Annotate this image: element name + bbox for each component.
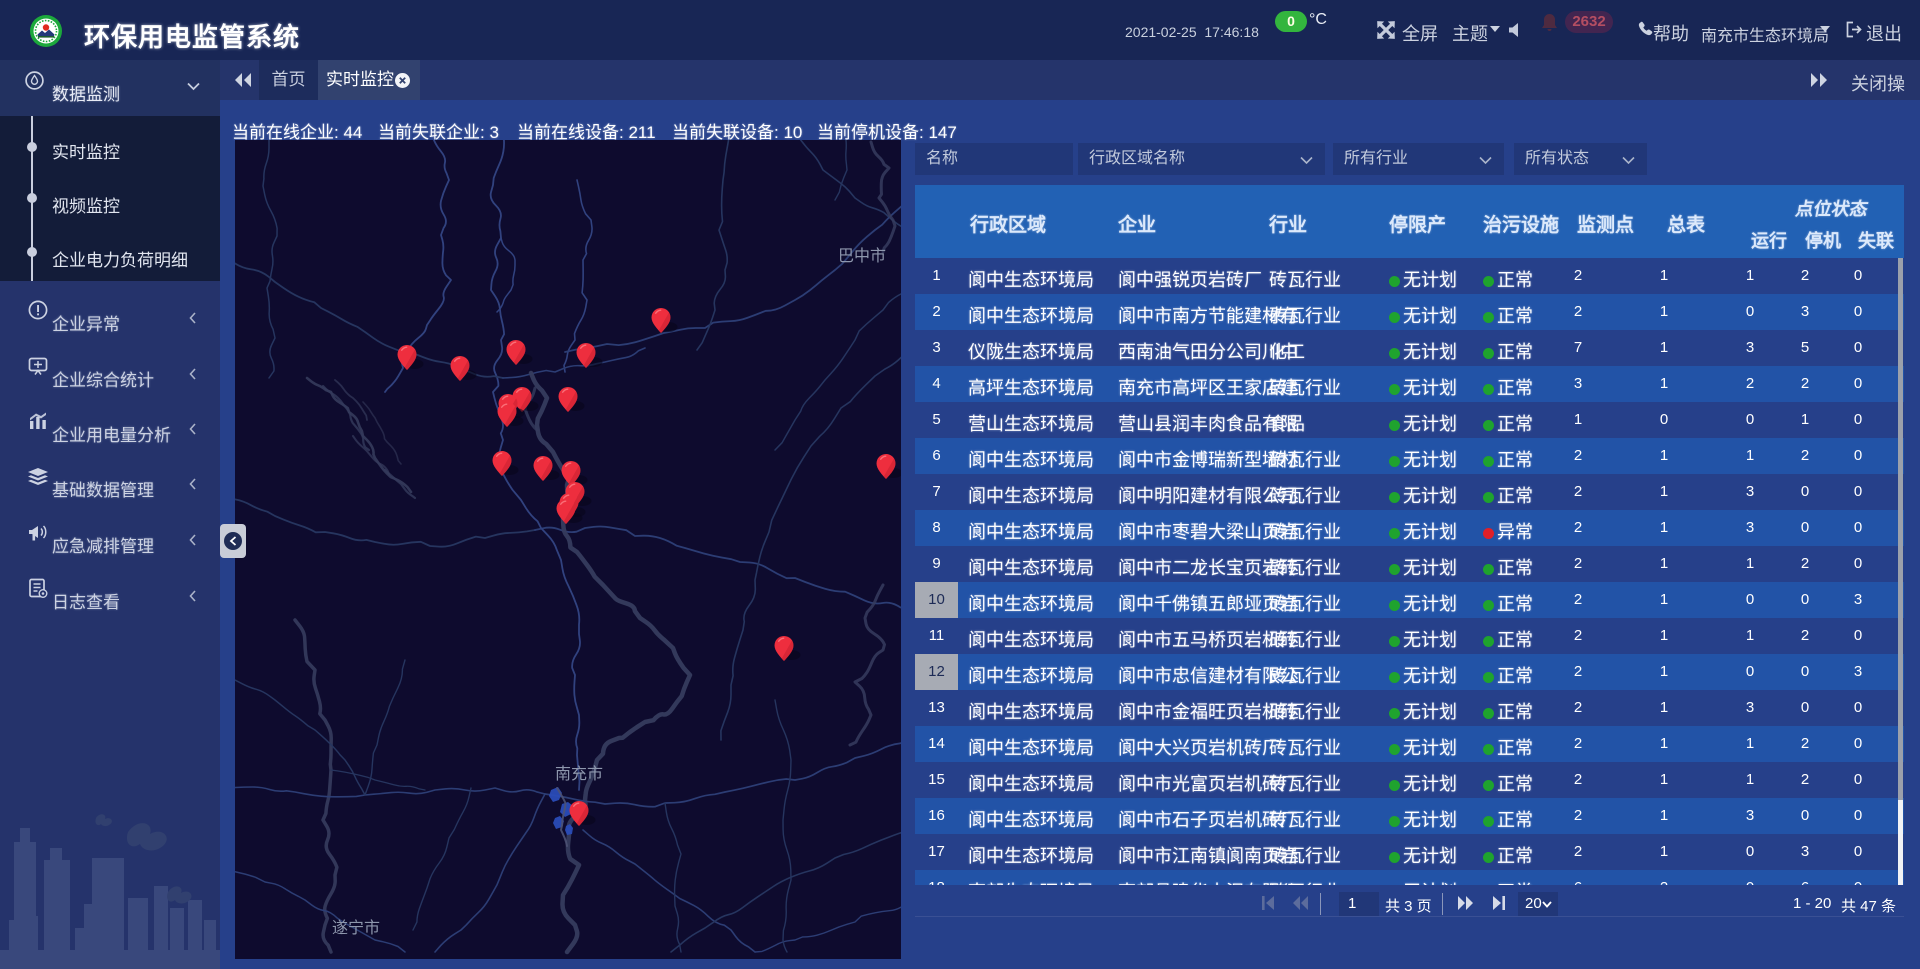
svg-text:巴中市: 巴中市 [838, 247, 886, 265]
svg-text:南充市: 南充市 [555, 765, 603, 783]
svg-text:遂宁市: 遂宁市 [332, 919, 380, 937]
